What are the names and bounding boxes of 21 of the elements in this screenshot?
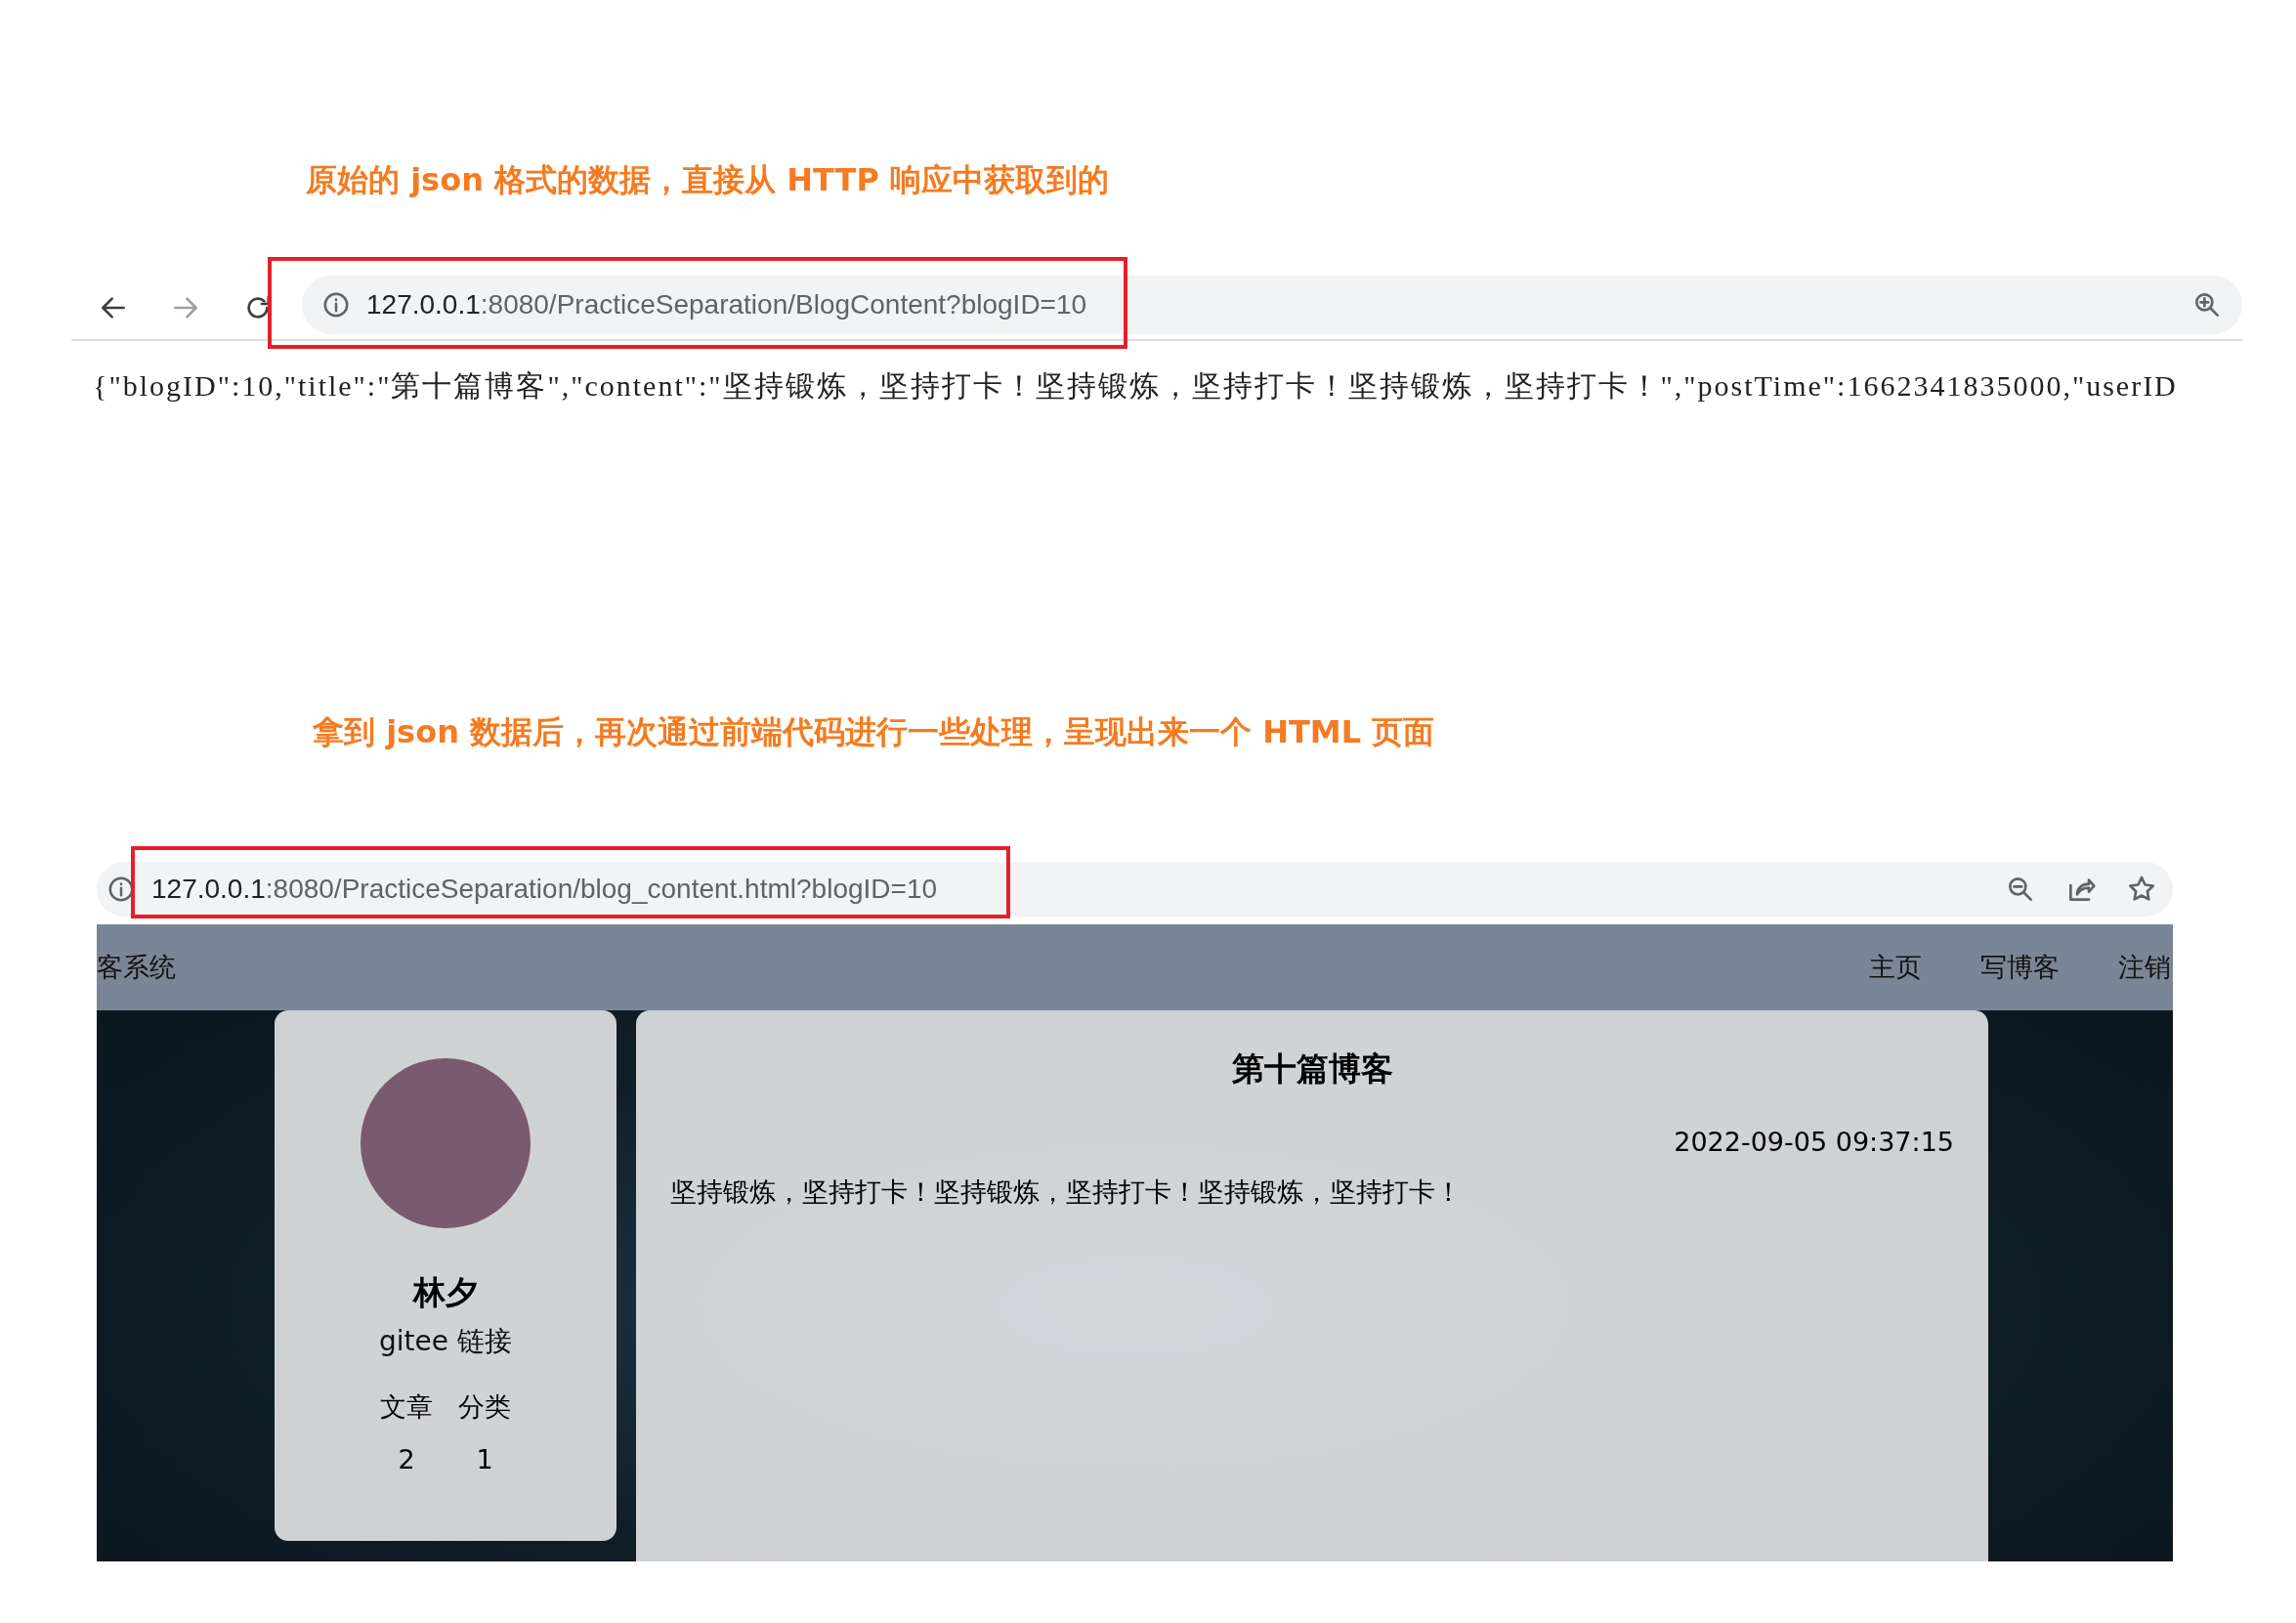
article-content: 坚持锻炼，坚持打卡！坚持锻炼，坚持打卡！坚持锻炼，坚持打卡！ <box>670 1175 1463 1209</box>
stat-value: 1 <box>476 1444 493 1474</box>
annotation-text: 原始的 json 格式的数据，直接从 HTTP 响应中获取到的 <box>306 160 1110 200</box>
url-text[interactable]: 127.0.0.1:8080/PracticeSeparation/blog_content.html?blogID=10 <box>151 874 938 905</box>
info-icon[interactable] <box>321 290 351 320</box>
stat-label: 文章 <box>380 1390 433 1424</box>
profile-link[interactable]: gitee 链接 <box>379 1323 512 1360</box>
response-text: {"blogID":10,"title":"第十篇博客","content":"坚持锻炼，坚持打卡！坚持锻炼，坚持打卡！坚持锻炼，坚持打卡！","postTime":1662341835000,"userID <box>93 368 2179 404</box>
address-bar[interactable]: 127.0.0.1:8080/PracticeSeparation/BlogContent?blogID=10 <box>302 276 2242 334</box>
nav-link[interactable]: 写博客 <box>1980 950 2060 985</box>
stat-value: 2 <box>398 1444 415 1474</box>
nav-link[interactable]: 注销 <box>2118 950 2171 985</box>
stat-label: 分类 <box>458 1390 511 1424</box>
site-title: 客系统 <box>97 951 176 984</box>
nav-link[interactable]: 主页 <box>1869 950 1922 985</box>
user-name: 林夕 <box>413 1272 478 1313</box>
address-bar[interactable]: 127.0.0.1:8080/PracticeSeparation/blog_content.html?blogID=10 <box>97 862 2173 917</box>
annotation-text: 拿到 json 数据后，再次通过前端代码进行一些处理，呈现出来一个 HTML 页面 <box>313 712 1436 752</box>
article-title: 第十篇博客 <box>1230 1048 1394 1089</box>
url-text[interactable]: 127.0.0.1:8080/PracticeSeparation/BlogContent?blogID=10 <box>366 289 1087 320</box>
article-date: 2022-09-05 09:37:15 <box>1673 1127 1954 1157</box>
